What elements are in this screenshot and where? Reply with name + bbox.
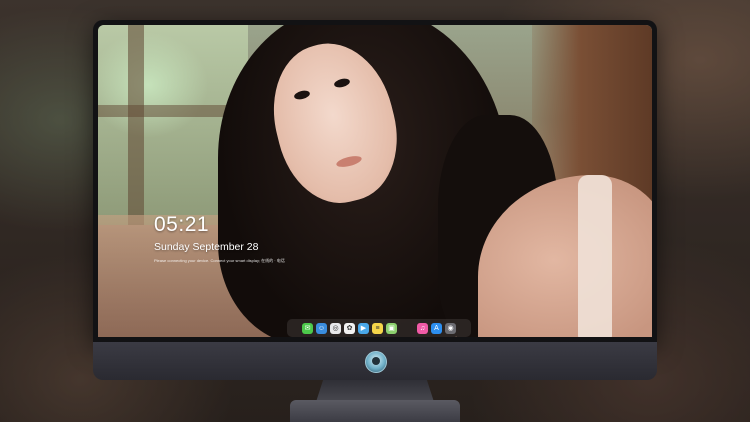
monitor: 05:21 Sunday September 28 Please connect… (93, 20, 657, 382)
app-store-icon[interactable]: A (431, 322, 442, 334)
clapper-icon[interactable]: ▶ (358, 322, 369, 334)
finder-icon[interactable]: ☺ (316, 322, 327, 334)
brand-logo-icon (365, 351, 387, 373)
monitor-stand-base (290, 400, 460, 422)
music-icon[interactable]: ♫ (417, 322, 428, 334)
clock-time: 05:21 (154, 213, 210, 236)
camera-icon[interactable]: ◉ (445, 322, 456, 334)
safari-icon[interactable]: ◎ (330, 322, 341, 334)
monitor-stand-neck (316, 380, 434, 402)
notes-icon[interactable]: ≡ (372, 322, 383, 334)
gallery-icon[interactable]: ▣ (386, 322, 397, 334)
messages-icon[interactable]: ✉ (302, 322, 313, 334)
lock-screen[interactable]: 05:21 Sunday September 28 Please connect… (98, 25, 652, 337)
monitor-bezel: 05:21 Sunday September 28 Please connect… (93, 20, 657, 342)
clock-date: Sunday September 28 (154, 241, 259, 253)
monitor-chin (93, 342, 657, 380)
photos-icon[interactable]: ✿ (344, 322, 355, 334)
dock: ✉ ☺ ◎ ✿ ▶ ≡ ▣ ♫ A ◉ (287, 319, 471, 337)
lock-subtext: Please connecting your device. Connect y… (154, 258, 285, 263)
